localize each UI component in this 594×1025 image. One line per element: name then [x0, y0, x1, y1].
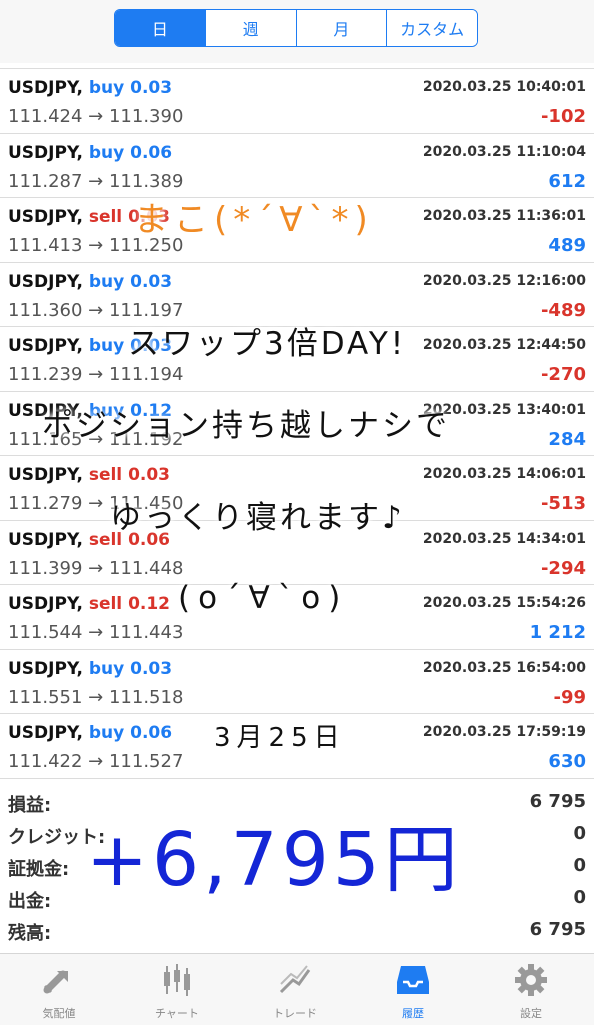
settings-icon: [515, 964, 547, 996]
trade-profit: 630: [548, 751, 586, 772]
trade-profit: -99: [553, 686, 586, 708]
segment-custom[interactable]: カスタム: [386, 10, 477, 46]
trade-prices: 111.239 → 111.194: [8, 364, 184, 385]
trade-time: 2020.03.25 14:06:01: [422, 466, 586, 482]
trade-profit: -270: [540, 364, 586, 385]
segment-day[interactable]: 日: [115, 10, 205, 46]
trade-side: buy 0.03: [88, 658, 173, 679]
handwritten-date: 3月25日: [214, 723, 346, 753]
trade-prices: 111.551 → 111.518: [8, 686, 184, 708]
trade-row[interactable]: USDJPY, buy 0.06 111.287 → 111.389 2020.…: [0, 134, 594, 198]
tab-trade[interactable]: トレード: [236, 954, 354, 1025]
handwritten-line-1: スワップ3倍DAY!: [128, 326, 407, 362]
tab-label: 気配値: [42, 1007, 76, 1020]
chart-icon: [164, 964, 190, 996]
trade-time: 2020.03.25 12:44:50: [422, 337, 586, 353]
trade-prices: 111.422 → 111.527: [8, 751, 184, 772]
trade-prices: 111.287 → 111.389: [8, 170, 184, 192]
handwritten-line-4: (o´∀`o): [178, 580, 349, 616]
trade-symbol: USDJPY, sell 0.03: [8, 465, 171, 485]
trade-time: 2020.03.25 14:34:01: [422, 530, 586, 547]
tab-label: 履歴: [402, 1007, 424, 1020]
trade-time: 2020.03.25 11:36:01: [422, 208, 586, 224]
trade-profit: -513: [540, 493, 586, 514]
handwritten-total: +6,795円: [86, 817, 462, 903]
trade-side: buy 0.06: [88, 142, 173, 163]
tab-settings[interactable]: 設定: [472, 954, 590, 1025]
tab-chart[interactable]: チャート: [118, 954, 236, 1025]
period-segmented-control: 日 週 月 カスタム: [114, 9, 478, 47]
summary-value: 0: [573, 887, 586, 908]
segment-week[interactable]: 週: [204, 10, 296, 46]
segment-month[interactable]: 月: [295, 10, 387, 46]
trade-time: 2020.03.25 16:54:00: [422, 659, 586, 676]
summary-label: 証拠金:: [8, 859, 70, 880]
trade-profit: 1 212: [529, 622, 586, 643]
trade-prices: 111.399 → 111.448: [8, 557, 184, 579]
summary-label: 残高:: [8, 923, 52, 944]
summary-label: 損益:: [8, 795, 52, 816]
tab-label: チャート: [155, 1007, 199, 1020]
trade-side: sell 0.12: [88, 594, 171, 614]
trade-profit: -294: [540, 557, 586, 579]
summary-label: 出金:: [8, 891, 52, 912]
trade-symbol: USDJPY, sell 0.12: [8, 594, 171, 614]
trade-row[interactable]: USDJPY, buy 0.03 111.424 → 111.390 2020.…: [0, 69, 594, 134]
summary-value: 0: [573, 855, 586, 876]
trade-time: 2020.03.25 11:10:04: [422, 143, 586, 160]
bottom-tab-bar: 気配値 チャート トレード 履歴 設定: [0, 953, 594, 1025]
tab-quotes[interactable]: 気配値: [0, 954, 118, 1025]
summary-balance: 残高: 6 795: [0, 915, 594, 947]
trade-time: 2020.03.25 15:54:26: [422, 595, 586, 611]
trade-side: sell 0.03: [88, 465, 171, 485]
trade-time: 2020.03.25 12:16:00: [422, 272, 586, 289]
trade-time: 2020.03.25 10:40:01: [422, 79, 586, 95]
trade-profit: 612: [548, 170, 586, 192]
tab-history[interactable]: 履歴: [354, 954, 472, 1025]
trade-time: 2020.03.25 17:59:19: [422, 724, 586, 740]
trade-side: buy 0.03: [88, 78, 173, 98]
trade-prices: 111.544 → 111.443: [8, 622, 184, 643]
trade-side: buy 0.03: [88, 271, 173, 292]
trade-prices: 111.424 → 111.390: [8, 106, 184, 127]
trade-profit: -489: [540, 299, 586, 321]
trade-profit: 489: [548, 235, 586, 256]
tab-label: トレード: [273, 1007, 317, 1020]
quotes-icon: [43, 970, 68, 994]
handwritten-name: まこ(*´∀`*): [134, 200, 374, 240]
summary-value: 0: [573, 823, 586, 844]
trade-symbol: USDJPY, buy 0.03: [8, 658, 173, 679]
trade-symbol: USDJPY, buy 0.03: [8, 78, 173, 98]
trade-symbol: USDJPY, buy 0.03: [8, 271, 173, 292]
trade-symbol: USDJPY, buy 0.06: [8, 142, 173, 163]
trade-side: buy 0.06: [88, 723, 173, 743]
summary-value: 6 795: [529, 919, 586, 940]
handwritten-line-2: ポジション持ち越しナシで: [42, 408, 450, 444]
summary-value: 6 795: [529, 791, 586, 812]
trade-profit: -102: [540, 106, 586, 127]
history-icon: [397, 966, 429, 994]
trade-row[interactable]: USDJPY, buy 0.03 111.551 → 111.518 2020.…: [0, 650, 594, 714]
period-selector-bar: 日 週 月 カスタム: [0, 0, 594, 63]
trade-icon: [279, 965, 311, 994]
trade-profit: 284: [548, 428, 586, 450]
handwritten-line-3: ゆっくり寝れます♪: [110, 500, 405, 536]
trade-symbol: USDJPY, buy 0.06: [8, 723, 173, 743]
tab-label: 設定: [520, 1007, 542, 1020]
